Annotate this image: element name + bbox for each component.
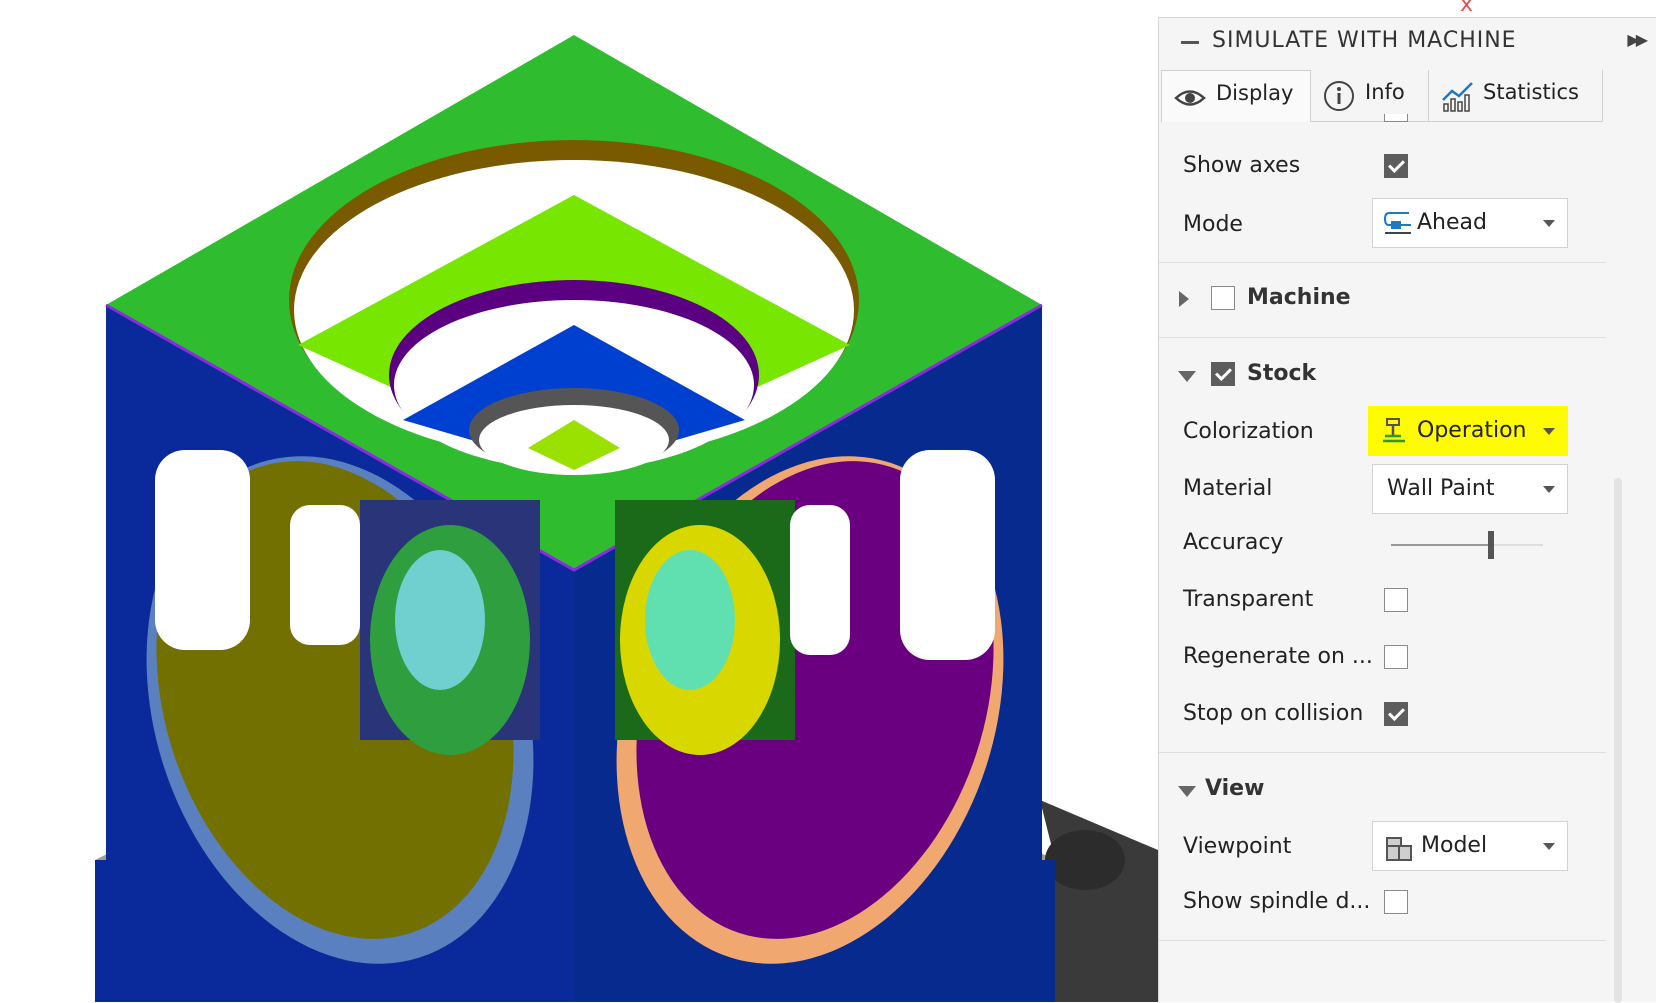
chevron-down-icon <box>1543 843 1555 850</box>
close-icon[interactable]: x <box>1460 0 1473 17</box>
row-material: Material Wall Paint <box>1159 464 1656 516</box>
viewpoint-dropdown[interactable]: Model <box>1372 821 1568 871</box>
show-spindle-checkbox[interactable] <box>1384 890 1408 914</box>
viewpoint-value: Model <box>1421 833 1488 858</box>
view-section-title: View <box>1205 776 1265 801</box>
stock-section-title: Stock <box>1247 361 1317 386</box>
row-show-axes: Show axes <box>1159 148 1656 188</box>
collapse-icon[interactable] <box>1181 41 1199 44</box>
tab-info-label: Info <box>1365 80 1405 104</box>
accuracy-slider-track[interactable] <box>1391 544 1543 546</box>
show-axes-label: Show axes <box>1183 153 1301 178</box>
fixture-right-block <box>1040 800 1158 1002</box>
show-spindle-label: Show spindle d... <box>1183 889 1371 914</box>
tab-display[interactable]: Display <box>1161 70 1311 122</box>
stock-model-render <box>95 35 1158 1002</box>
row-mode: Mode Ahead <box>1159 198 1656 252</box>
regenerate-checkbox[interactable] <box>1384 645 1408 669</box>
row-transparent: Transparent <box>1159 582 1656 622</box>
chevron-down-icon <box>1543 428 1555 435</box>
row-stock: Stock <box>1159 356 1656 396</box>
row-viewpoint: Viewpoint Model <box>1159 821 1656 875</box>
tab-info[interactable]: Info <box>1311 70 1429 122</box>
collapse-view-icon[interactable] <box>1178 786 1196 797</box>
colorization-dropdown[interactable]: Operation <box>1368 406 1568 456</box>
tab-statistics[interactable]: Statistics <box>1429 70 1603 122</box>
panel-header: SIMULATE WITH MACHINE ▶▶ <box>1159 18 1656 66</box>
expand-panel-icon[interactable]: ▶▶ <box>1627 30 1648 49</box>
hidden-row-checkbox[interactable] <box>1384 114 1408 122</box>
row-machine: Machine <box>1159 280 1656 320</box>
viewpoint-label: Viewpoint <box>1183 834 1292 859</box>
expand-machine-icon[interactable] <box>1179 291 1189 307</box>
collapse-stock-icon[interactable] <box>1178 371 1196 382</box>
mode-label: Mode <box>1183 212 1243 237</box>
3d-viewport[interactable] <box>0 0 1158 1002</box>
transparent-label: Transparent <box>1183 587 1314 612</box>
panel-scrollbar[interactable] <box>1614 478 1622 1003</box>
eye-icon <box>1174 90 1206 106</box>
material-value: Wall Paint <box>1387 476 1495 501</box>
mode-ahead-icon <box>1383 212 1411 234</box>
row-regenerate: Regenerate on ... <box>1159 639 1656 679</box>
tab-display-label: Display <box>1216 81 1294 105</box>
row-view: View <box>1159 771 1656 811</box>
operation-tool-icon <box>1383 418 1405 443</box>
row-accuracy: Accuracy <box>1159 524 1656 564</box>
chevron-down-icon <box>1543 220 1555 227</box>
info-icon <box>1324 81 1354 111</box>
stock-checkbox[interactable] <box>1211 362 1235 386</box>
separator <box>1159 940 1606 941</box>
stop-on-collision-checkbox[interactable] <box>1384 702 1408 726</box>
row-stop-on-collision: Stop on collision <box>1159 696 1656 736</box>
row-show-spindle: Show spindle d... <box>1159 884 1656 924</box>
separator <box>1159 337 1606 338</box>
model-cube-icon <box>1386 837 1412 861</box>
material-dropdown[interactable]: Wall Paint <box>1372 464 1568 514</box>
stop-on-collision-label: Stop on collision <box>1183 701 1364 726</box>
separator <box>1159 752 1606 753</box>
accuracy-label: Accuracy <box>1183 530 1284 555</box>
show-axes-checkbox[interactable] <box>1384 154 1408 178</box>
machine-checkbox[interactable] <box>1211 286 1235 310</box>
chevron-down-icon <box>1543 486 1555 493</box>
colorization-value: Operation <box>1417 418 1527 443</box>
separator <box>1159 262 1606 263</box>
colorization-label: Colorization <box>1183 419 1314 444</box>
statistics-icon <box>1442 82 1473 112</box>
transparent-checkbox[interactable] <box>1384 588 1408 612</box>
fixture-knob <box>1045 830 1125 890</box>
accuracy-slider-thumb[interactable] <box>1488 531 1494 559</box>
row-colorization: Colorization Operation <box>1159 406 1656 460</box>
regenerate-label: Regenerate on ... <box>1183 644 1373 669</box>
mode-dropdown[interactable]: Ahead <box>1372 198 1568 248</box>
tab-statistics-label: Statistics <box>1483 80 1579 104</box>
simulate-with-machine-panel: SIMULATE WITH MACHINE ▶▶ Display Info St… <box>1158 17 1656 1003</box>
machine-section-title: Machine <box>1247 285 1351 310</box>
mode-value: Ahead <box>1417 210 1487 235</box>
material-label: Material <box>1183 476 1273 501</box>
panel-title: SIMULATE WITH MACHINE <box>1212 28 1517 53</box>
